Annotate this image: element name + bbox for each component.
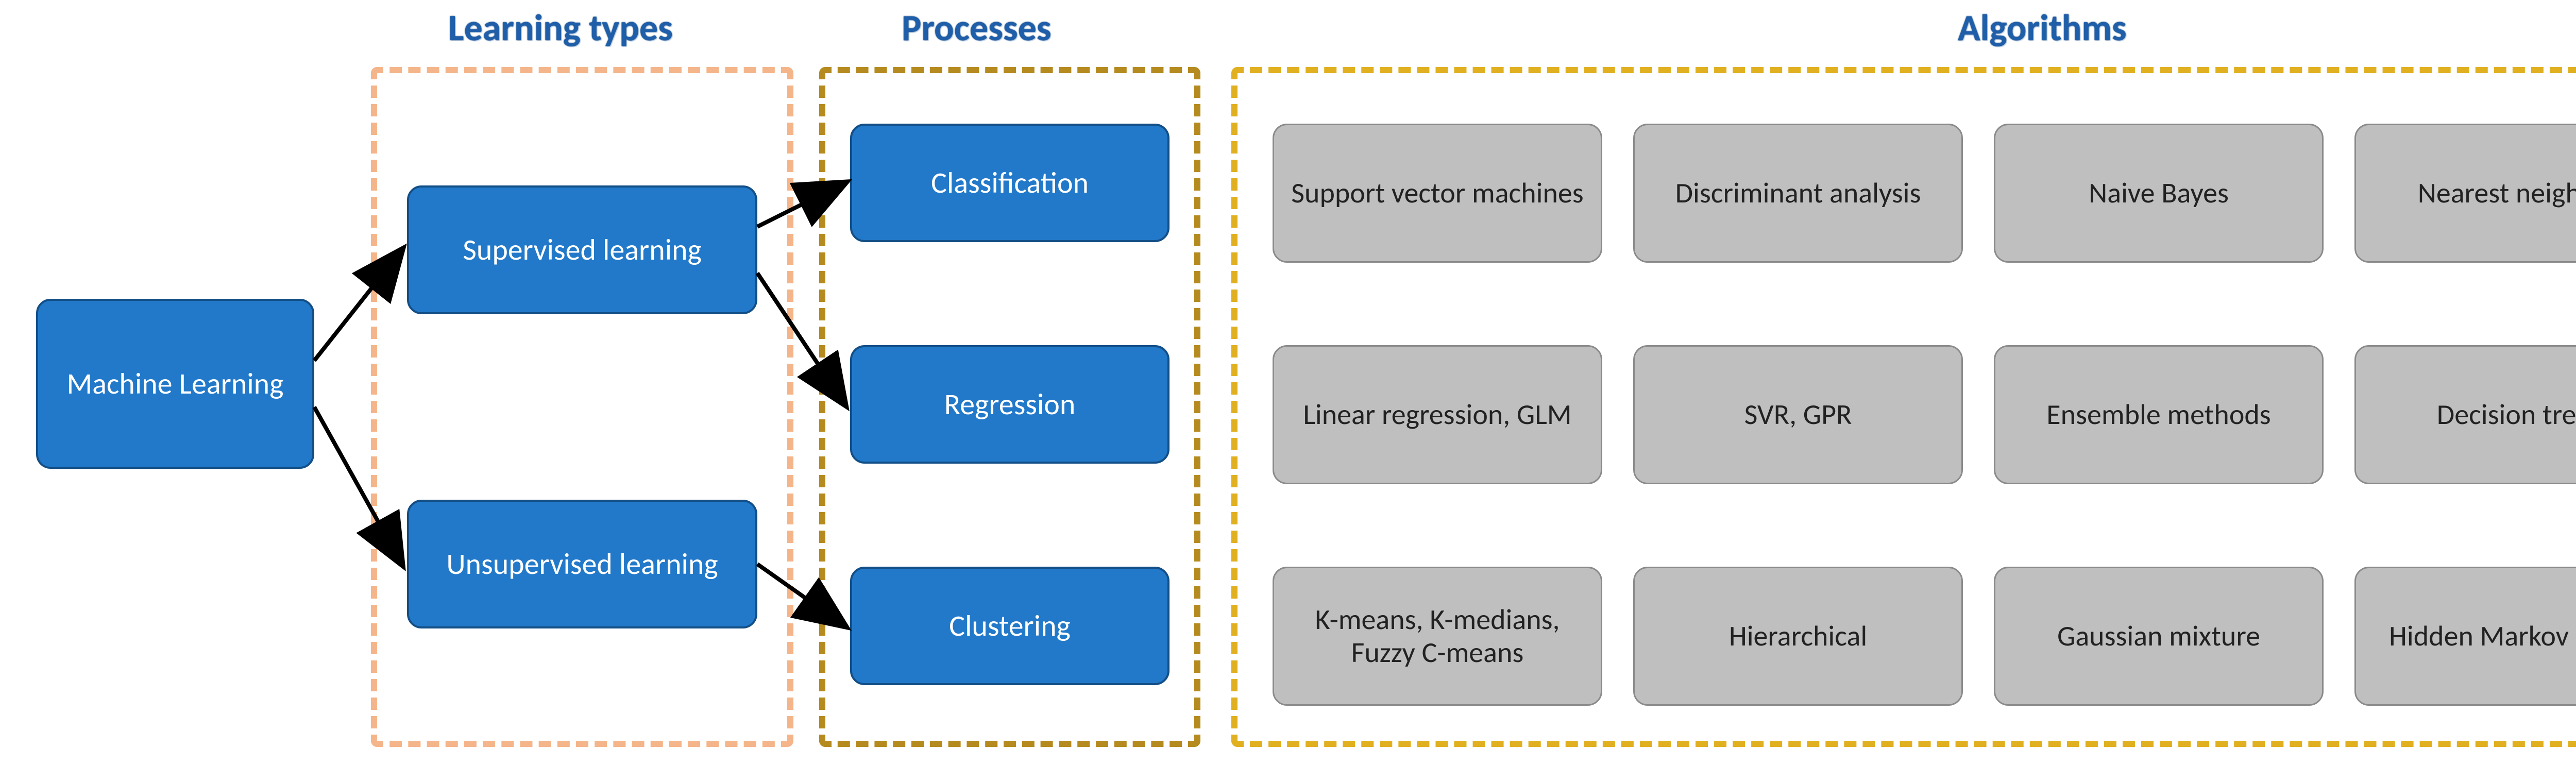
- node-classification: Classification: [850, 124, 1170, 242]
- header-algorithms: Algorithms: [1958, 5, 2127, 50]
- algo-classification-1: Discriminant analysis: [1633, 124, 1963, 263]
- algo-regression-2: Ensemble methods: [1994, 345, 2324, 484]
- algo-regression-3: Decision trees: [2354, 345, 2576, 484]
- node-supervised-learning: Supervised learning: [407, 185, 757, 314]
- node-regression: Regression: [850, 345, 1170, 464]
- algo-regression-0: Linear regression, GLM: [1273, 345, 1602, 484]
- algo-clustering-1: Hierarchical: [1633, 567, 1963, 706]
- algo-classification-2: Naive Bayes: [1994, 124, 2324, 263]
- algo-classification-0: Support vector machines: [1273, 124, 1602, 263]
- header-processes: Processes: [902, 5, 1052, 50]
- frame-learning-types: [371, 67, 793, 747]
- header-learning-types: Learning types: [448, 5, 673, 50]
- algo-clustering-3: Hidden Markov model: [2354, 567, 2576, 706]
- algo-regression-1: SVR, GPR: [1633, 345, 1963, 484]
- algo-classification-3: Nearest neighbor: [2354, 124, 2576, 263]
- node-machine-learning: Machine Learning: [36, 299, 314, 469]
- node-clustering: Clustering: [850, 567, 1170, 685]
- algo-clustering-0: K-means, K-medians, Fuzzy C-means: [1273, 567, 1602, 706]
- algo-clustering-2: Gaussian mixture: [1994, 567, 2324, 706]
- node-unsupervised-learning: Unsupervised learning: [407, 500, 757, 628]
